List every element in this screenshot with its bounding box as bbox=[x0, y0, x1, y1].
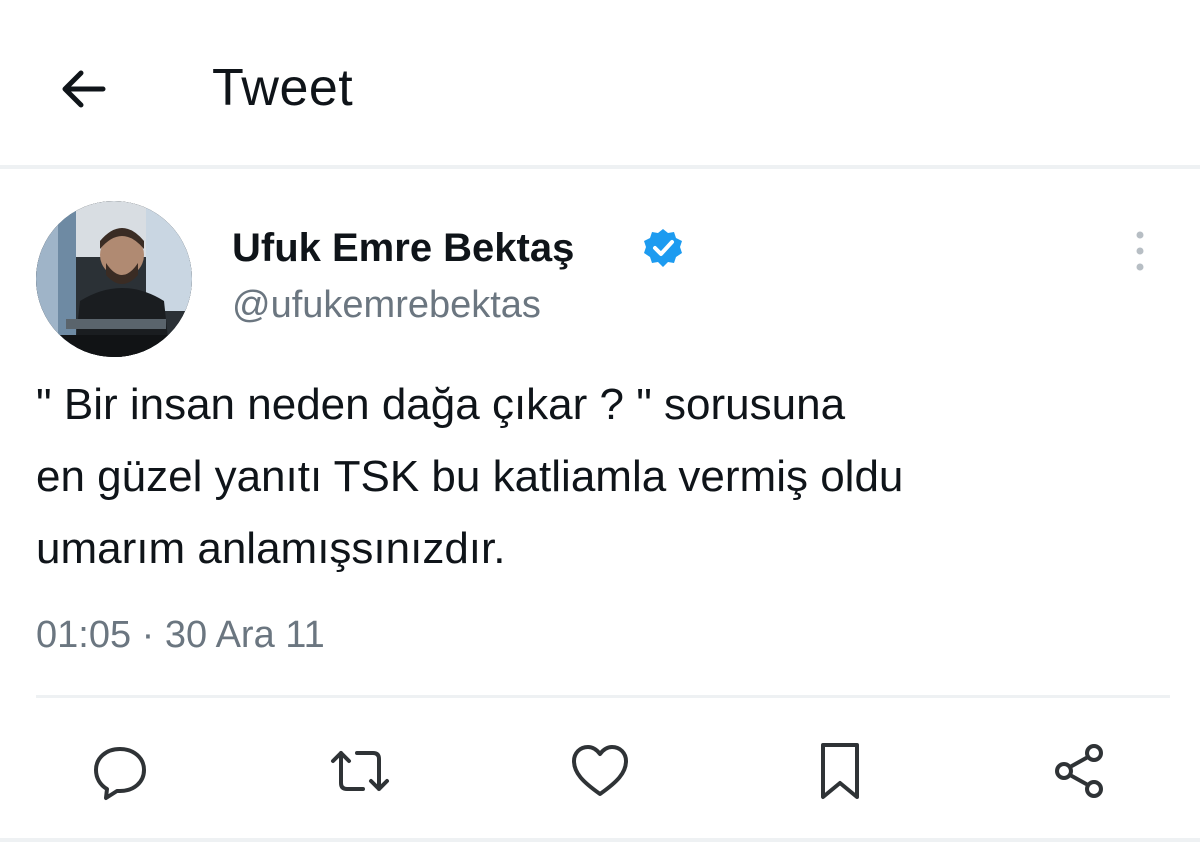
tweet-detail: Ufuk Emre Bektaş @ufukemrebektas " Bir i… bbox=[0, 169, 1200, 847]
bookmark-button[interactable] bbox=[800, 731, 880, 811]
retweet-icon bbox=[331, 751, 389, 791]
arrow-left-icon bbox=[62, 70, 106, 108]
action-bar bbox=[0, 731, 1200, 811]
like-button[interactable] bbox=[560, 731, 640, 811]
verified-badge-icon bbox=[644, 229, 682, 267]
top-app-bar: Tweet bbox=[0, 0, 1200, 169]
like-icon bbox=[572, 745, 628, 796]
tweet-timestamp[interactable]: 01:05 · 30 Ara 11 bbox=[36, 609, 325, 661]
more-options-button[interactable] bbox=[1118, 221, 1162, 281]
more-vertical-icon bbox=[1136, 231, 1144, 271]
divider bbox=[36, 695, 1170, 698]
reply-button[interactable] bbox=[80, 731, 160, 811]
bottom-divider bbox=[0, 838, 1200, 842]
author-display-name[interactable]: Ufuk Emre Bektaş bbox=[232, 223, 574, 273]
share-icon bbox=[1055, 744, 1103, 798]
page-title: Tweet bbox=[212, 59, 354, 117]
avatar[interactable] bbox=[36, 201, 192, 357]
tweet-text: " Bir insan neden dağa çıkar ? " sorusun… bbox=[36, 380, 904, 573]
back-button[interactable] bbox=[48, 54, 118, 124]
profile-photo bbox=[36, 201, 192, 357]
retweet-button[interactable] bbox=[320, 731, 400, 811]
share-button[interactable] bbox=[1040, 731, 1120, 811]
reply-icon bbox=[94, 747, 146, 800]
author-handle[interactable]: @ufukemrebektas bbox=[232, 281, 541, 329]
bookmark-icon bbox=[821, 743, 859, 799]
